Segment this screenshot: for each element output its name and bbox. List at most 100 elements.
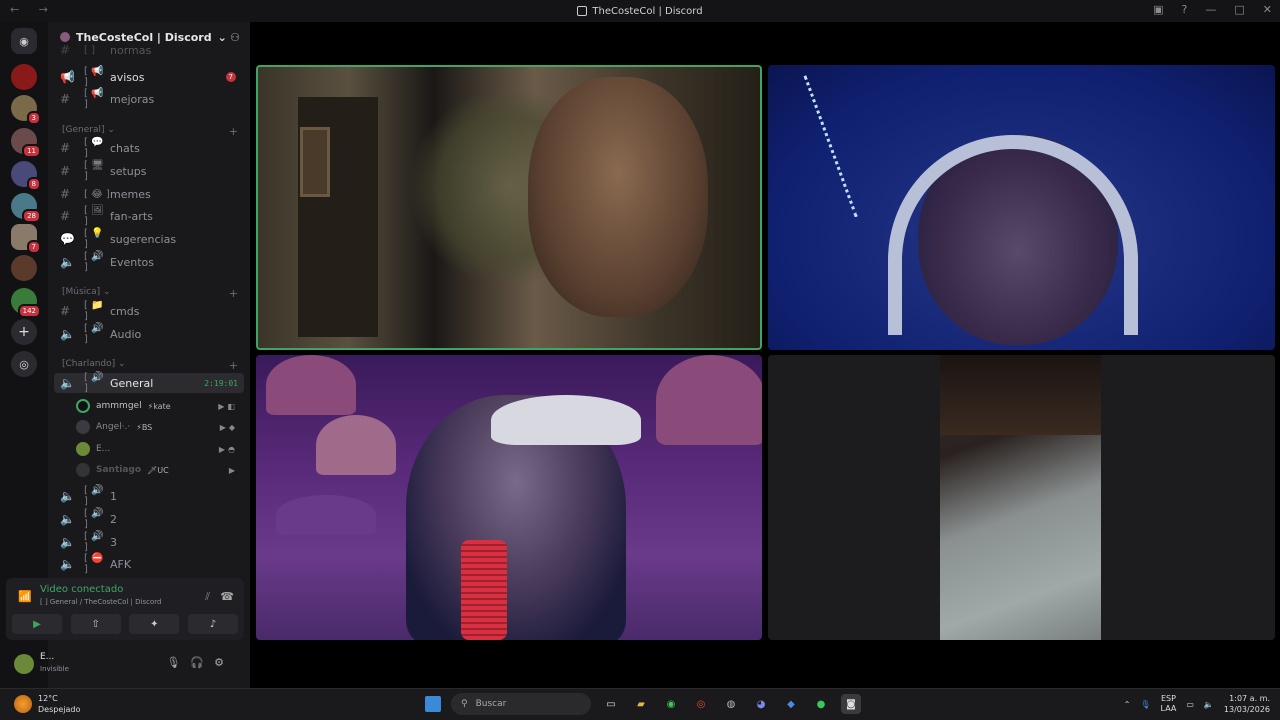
voice-channel-afk[interactable]: 🔈[ ⛔ ] AFK xyxy=(54,553,244,575)
avatar[interactable] xyxy=(14,654,34,674)
channel-sugerencias[interactable]: 💬[ 💡 ] sugerencias xyxy=(54,228,244,250)
video-tile[interactable] xyxy=(768,65,1275,350)
task-view-icon[interactable]: ▭ xyxy=(601,694,621,714)
avatar xyxy=(76,463,90,477)
cap-shape xyxy=(491,395,641,445)
steam-icon[interactable]: ◍ xyxy=(721,694,741,714)
voice-channel-general[interactable]: 🔈[ 🔊 ] General 2:19:01 xyxy=(54,372,244,394)
channel-normas[interactable]: #[ ] normas xyxy=(54,43,244,57)
settings-gear-icon[interactable]: ⚙ xyxy=(214,656,234,669)
volume-icon[interactable]: 🔈 xyxy=(1204,700,1214,709)
chrome-icon[interactable]: ◎ xyxy=(691,694,711,714)
back-forward-nav[interactable]: ← → xyxy=(10,3,56,16)
camera-button[interactable]: ▶ xyxy=(12,614,62,634)
avatar xyxy=(76,399,90,413)
voice-user[interactable]: ammmgel ⚡kate ▶◧ xyxy=(76,397,242,415)
chevron-up-icon[interactable]: ⌃ xyxy=(1124,700,1131,709)
language-indicator[interactable]: ESP LAA xyxy=(1161,694,1177,714)
add-channel-icon[interactable]: + xyxy=(229,359,238,372)
add-channel-icon[interactable]: + xyxy=(229,287,238,300)
soundboard-button[interactable]: ♪ xyxy=(187,614,238,634)
channel-fan-arts[interactable]: #[ 🖼 ] fan-arts xyxy=(54,205,244,227)
forum-icon: 💬 xyxy=(60,232,75,246)
channel-audio[interactable]: 🔈[ 🔊 ] Audio xyxy=(54,323,244,345)
explore-icon[interactable]: ◎ xyxy=(11,351,37,377)
speaker-icon: 🔈 xyxy=(60,327,75,341)
search-box[interactable]: ⚲ Buscar xyxy=(451,693,591,715)
avatar xyxy=(76,420,90,434)
hash-icon: # xyxy=(60,43,71,57)
channel-chats[interactable]: #[ 💬 ] chats xyxy=(54,137,244,159)
channel-mejoras[interactable]: #[ 📢 ] mejoras xyxy=(54,88,244,110)
close-button[interactable]: ✕ xyxy=(1263,3,1272,16)
user-panel: E... Invisible 🎙🎧⚙ xyxy=(6,646,244,682)
add-server-icon[interactable]: + xyxy=(11,319,37,345)
whatsapp-icon[interactable]: ◉ xyxy=(661,694,681,714)
channel-memes[interactable]: #[ 😂 ] memes xyxy=(54,184,244,204)
microphone-icon[interactable]: 🎙 xyxy=(166,656,190,669)
inbox-icon[interactable]: ▣ xyxy=(1153,3,1163,16)
user-status: Invisible xyxy=(40,665,69,673)
video-tile[interactable] xyxy=(256,355,762,640)
server-icon[interactable]: 142 xyxy=(11,288,41,318)
invite-people-icon[interactable]: ⚇ xyxy=(230,31,240,44)
server-icon[interactable]: 11 xyxy=(11,128,41,158)
username[interactable]: E... xyxy=(40,652,54,662)
server-icon[interactable]: 8 xyxy=(11,161,41,191)
voice-channel-1[interactable]: 🔈[ 🔊 ] 1 xyxy=(54,485,244,507)
noise-suppression-icon[interactable]: ⫽ xyxy=(205,590,210,604)
channel-eventos[interactable]: 🔈[ 🔊 ] Eventos xyxy=(54,251,244,273)
activities-button[interactable]: ✦ xyxy=(129,614,180,634)
microphone-tray-icon[interactable]: 🎙 xyxy=(1140,700,1150,709)
minimize-button[interactable]: — xyxy=(1205,3,1216,16)
hash-icon: # xyxy=(60,187,71,201)
windows-taskbar: 12°C Despejado ⚲ Buscar ▭ ▰ ◉ ◎ ◍ ◕ ◆ ● ◙ … xyxy=(0,688,1280,720)
discord-home-icon[interactable]: ◉ xyxy=(11,28,37,54)
window-title: TheCosteCol | Discord xyxy=(592,5,703,17)
help-icon[interactable]: ? xyxy=(1182,3,1188,16)
system-tray: ⌃ 🎙 ESP LAA ▭ 🔈 1:07 a. m. 13/03/2026 xyxy=(1124,693,1270,715)
hash-icon: # xyxy=(60,304,71,318)
channel-avisos[interactable]: 📢[ 📢 ] avisos 7 xyxy=(54,66,244,88)
signal-icon: 📶 xyxy=(18,590,32,603)
clock[interactable]: 1:07 a. m. 13/03/2026 xyxy=(1224,693,1270,715)
weather-widget[interactable]: 12°C Despejado xyxy=(14,693,80,715)
speaker-icon: 🔈 xyxy=(60,512,75,526)
channel-setups[interactable]: #[ 🖥 ] setups xyxy=(54,160,244,182)
picture-frame xyxy=(300,127,330,197)
maximize-button[interactable]: □ xyxy=(1234,3,1244,16)
voice-connection-panel: 📶 Video conectado [ ] General / TheCoste… xyxy=(6,578,244,640)
server-icon[interactable] xyxy=(11,255,37,281)
server-icon[interactable]: 3 xyxy=(11,95,41,125)
voice-location[interactable]: [ ] General / TheCosteCol | Discord xyxy=(40,598,161,606)
headphones-icon[interactable]: 🎧 xyxy=(190,656,214,669)
hash-icon: # xyxy=(60,92,71,106)
network-icon[interactable]: ▭ xyxy=(1186,700,1194,709)
voice-user[interactable]: Angel·.· ⚡BS ▶◆ xyxy=(76,418,242,436)
discord-icon[interactable]: ◕ xyxy=(751,694,771,714)
hash-icon: # xyxy=(60,209,71,223)
server-icon[interactable] xyxy=(11,64,37,90)
file-explorer-icon[interactable]: ▰ xyxy=(631,694,651,714)
category-musica[interactable]: [Música] ⌄ + xyxy=(62,287,242,300)
spotify-icon[interactable]: ● xyxy=(811,694,831,714)
video-tile-speaking[interactable] xyxy=(256,65,762,350)
voice-channel-2[interactable]: 🔈[ 🔊 ] 2 xyxy=(54,508,244,530)
obs-icon[interactable]: ◙ xyxy=(841,694,861,714)
add-channel-icon[interactable]: + xyxy=(229,125,238,138)
disconnect-icon[interactable]: ☎ xyxy=(220,590,234,603)
category-general[interactable]: [General] ⌄ + xyxy=(62,125,242,138)
app-icon[interactable]: ◆ xyxy=(781,694,801,714)
server-icon[interactable]: 28 xyxy=(11,193,41,223)
voice-user[interactable]: E... ▶◓ xyxy=(76,440,242,458)
voice-channel-3[interactable]: 🔈[ 🔊 ] 3 xyxy=(54,531,244,553)
video-icon: ▶◆ xyxy=(219,422,238,432)
video-tile[interactable] xyxy=(768,355,1275,640)
voice-user[interactable]: Santiago 🗡UC ▶ xyxy=(76,461,242,479)
category-charlando[interactable]: [Charlando] ⌄ + xyxy=(62,359,242,372)
server-icon-active[interactable]: 7 xyxy=(11,224,41,254)
channel-cmds[interactable]: #[ 📁 ] cmds xyxy=(54,300,244,322)
voice-status[interactable]: Video conectado xyxy=(40,584,123,595)
start-icon[interactable] xyxy=(425,696,441,712)
screen-share-button[interactable]: ⇧ xyxy=(70,614,121,634)
